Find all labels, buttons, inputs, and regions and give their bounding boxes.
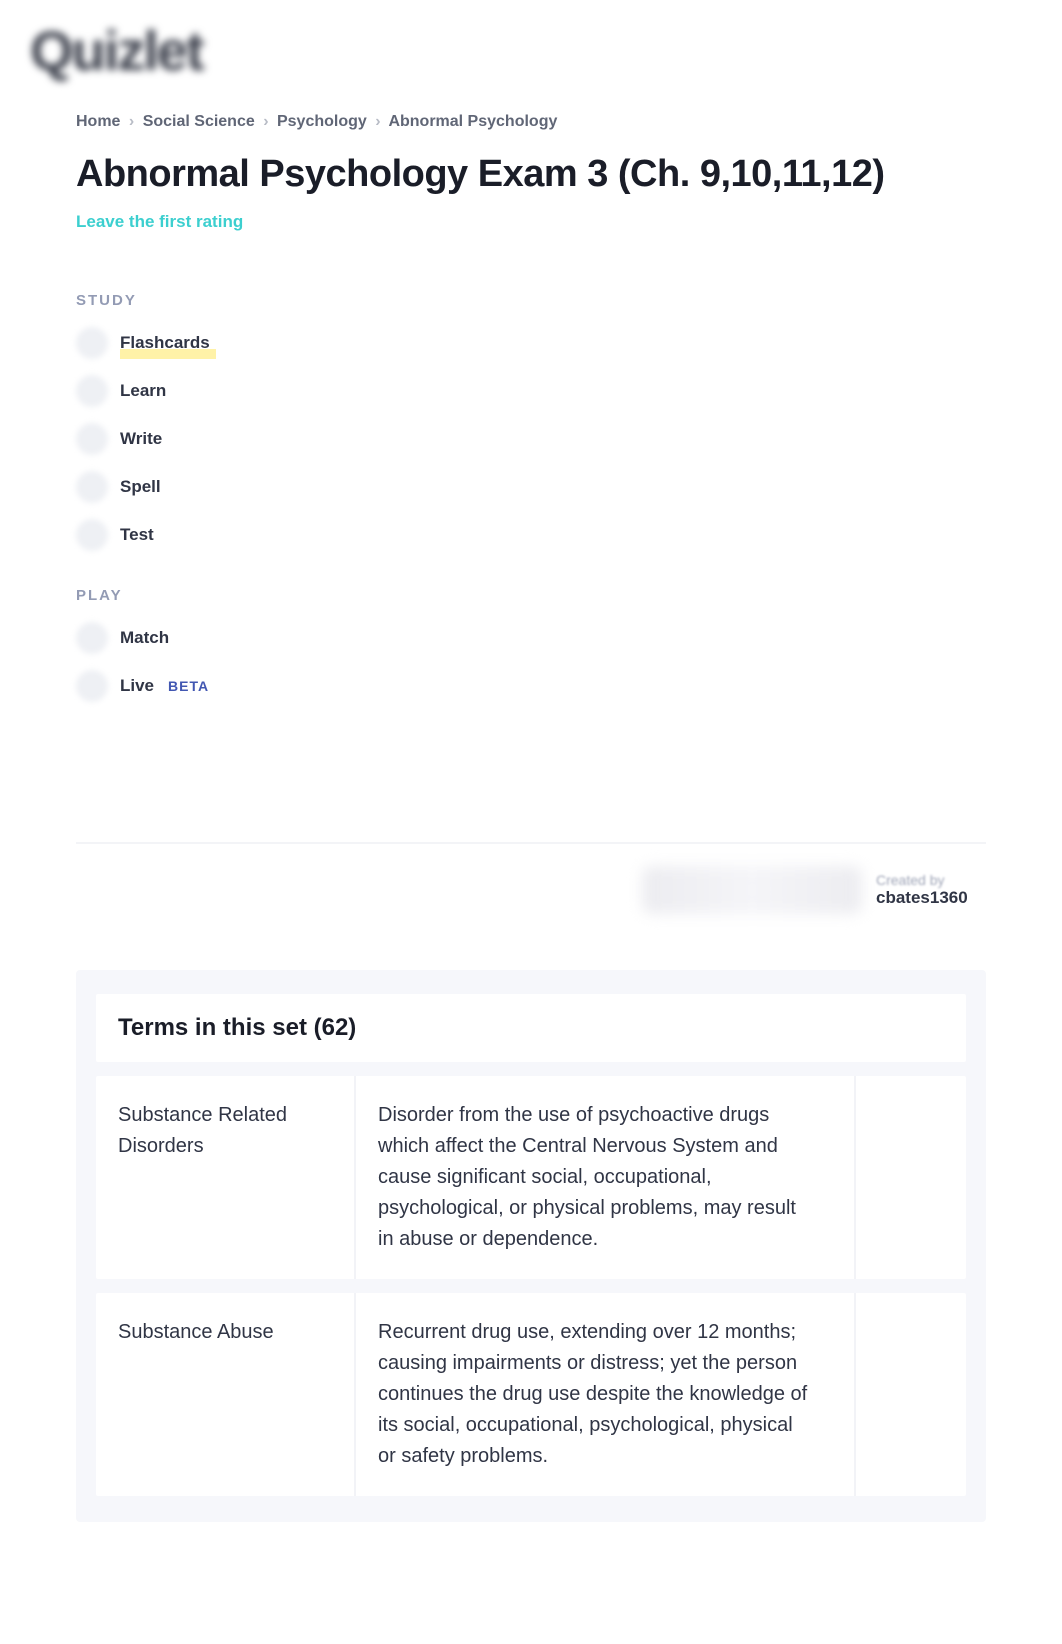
mode-label: Learn	[120, 381, 166, 401]
learn-icon	[76, 375, 108, 407]
test-icon	[76, 519, 108, 551]
term-actions[interactable]	[856, 1076, 966, 1279]
mode-label: Write	[120, 429, 162, 449]
breadcrumb-abnormal-psychology[interactable]: Abnormal Psychology	[388, 113, 557, 130]
terms-header: Terms in this set (62)	[96, 994, 966, 1062]
spell-icon	[76, 471, 108, 503]
mode-match[interactable]: Match	[76, 622, 986, 654]
mode-label: Flashcards	[120, 333, 210, 353]
breadcrumb: Home › Social Science › Psychology › Abn…	[76, 113, 986, 131]
term-actions[interactable]	[856, 1293, 966, 1496]
mode-write[interactable]: Write	[76, 423, 986, 455]
mode-flashcards[interactable]: Flashcards	[76, 327, 986, 359]
chevron-right-icon: ›	[375, 113, 380, 130]
breadcrumb-home[interactable]: Home	[76, 113, 120, 130]
breadcrumb-psychology[interactable]: Psychology	[277, 113, 367, 130]
play-section-label: PLAY	[76, 587, 986, 604]
mode-label: Live	[120, 676, 154, 696]
mode-label: Test	[120, 525, 154, 545]
live-icon	[76, 670, 108, 702]
term-card: Substance Related Disorders Disorder fro…	[96, 1076, 966, 1279]
term-card: Substance Abuse Recurrent drug use, exte…	[96, 1293, 966, 1496]
play-mode-list: Match Live BETA	[76, 622, 986, 702]
terms-section: Terms in this set (62) Substance Related…	[76, 970, 986, 1522]
brand-logo[interactable]: Quizlet	[30, 0, 1032, 113]
leave-rating-link[interactable]: Leave the first rating	[76, 212, 243, 232]
page-title: Abnormal Psychology Exam 3 (Ch. 9,10,11,…	[76, 153, 986, 196]
mode-test[interactable]: Test	[76, 519, 986, 551]
chevron-right-icon: ›	[263, 113, 268, 130]
created-by-label: Created by	[876, 872, 986, 888]
mode-label: Spell	[120, 477, 161, 497]
mode-label: Match	[120, 628, 169, 648]
term-name: Substance Related Disorders	[96, 1076, 356, 1279]
term-name: Substance Abuse	[96, 1293, 356, 1496]
breadcrumb-social-science[interactable]: Social Science	[143, 113, 255, 130]
study-mode-list: Flashcards Learn Write Spell Test	[76, 327, 986, 551]
mode-spell[interactable]: Spell	[76, 471, 986, 503]
mode-live[interactable]: Live BETA	[76, 670, 986, 702]
mode-learn[interactable]: Learn	[76, 375, 986, 407]
term-definition: Disorder from the use of psychoactive dr…	[356, 1076, 856, 1279]
write-icon	[76, 423, 108, 455]
study-section-label: STUDY	[76, 292, 986, 309]
beta-badge: BETA	[168, 678, 209, 694]
action-icons-group[interactable]	[642, 866, 862, 914]
match-icon	[76, 622, 108, 654]
flashcards-icon	[76, 327, 108, 359]
chevron-right-icon: ›	[129, 113, 134, 130]
set-meta-row: Created by cbates1360	[76, 842, 986, 914]
term-definition: Recurrent drug use, extending over 12 mo…	[356, 1293, 856, 1496]
creator-username[interactable]: cbates1360	[876, 888, 986, 908]
